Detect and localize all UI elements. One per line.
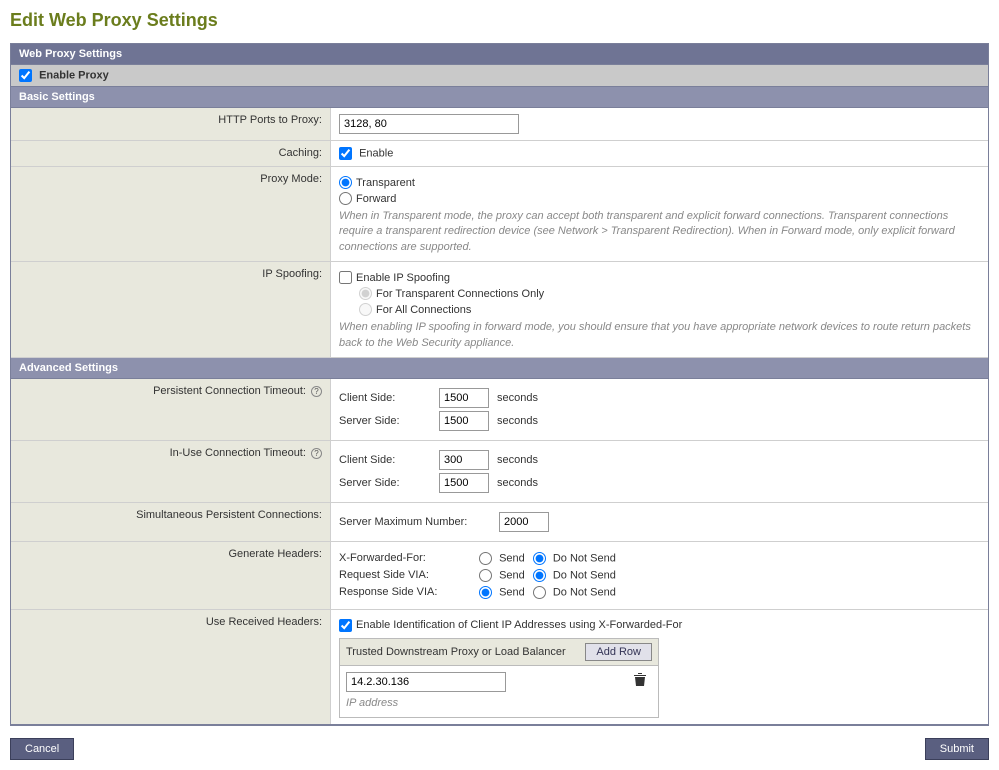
row-simultaneous: Simultaneous Persistent Connections: Ser… bbox=[11, 503, 988, 542]
band-basic-settings: Basic Settings bbox=[11, 87, 988, 108]
inuse-timeout-text: In-Use Connection Timeout: bbox=[170, 447, 306, 459]
row-inuse-timeout: In-Use Connection Timeout: ? Client Side… bbox=[11, 441, 988, 503]
xff-donotsend-radio[interactable] bbox=[533, 552, 546, 565]
proxy-mode-forward-radio[interactable] bbox=[339, 192, 352, 205]
label-inuse-timeout: In-Use Connection Timeout: ? bbox=[11, 441, 331, 502]
ip-spoofing-transparent-label: For Transparent Connections Only bbox=[376, 288, 544, 300]
help-icon[interactable]: ? bbox=[311, 386, 322, 397]
ip-spoofing-all-label: For All Connections bbox=[376, 304, 471, 316]
respvia-donotsend-radio[interactable] bbox=[533, 586, 546, 599]
trash-icon bbox=[634, 673, 646, 687]
reqvia-donotsend-radio[interactable] bbox=[533, 569, 546, 582]
inuse-server-unit: seconds bbox=[497, 477, 538, 489]
xff-send-radio[interactable] bbox=[479, 552, 492, 565]
trusted-ip-input[interactable] bbox=[346, 672, 506, 692]
proxy-mode-transparent-radio[interactable] bbox=[339, 176, 352, 189]
row-proxy-mode: Proxy Mode: Transparent Forward When in … bbox=[11, 167, 988, 262]
label-proxy-mode: Proxy Mode: bbox=[11, 167, 331, 261]
persistent-client-unit: seconds bbox=[497, 392, 538, 404]
row-persistent-timeout: Persistent Connection Timeout: ? Client … bbox=[11, 379, 988, 441]
persistent-timeout-text: Persistent Connection Timeout: bbox=[153, 385, 306, 397]
submit-button[interactable]: Submit bbox=[925, 738, 989, 760]
trusted-header-label: Trusted Downstream Proxy or Load Balance… bbox=[346, 646, 566, 658]
reqvia-send-label: Send bbox=[499, 569, 525, 581]
reqvia-label: Request Side VIA: bbox=[339, 569, 479, 581]
row-generate-headers: Generate Headers: X-Forwarded-For: Send … bbox=[11, 542, 988, 610]
label-http-ports: HTTP Ports to Proxy: bbox=[11, 108, 331, 140]
ip-spoofing-all-radio[interactable] bbox=[359, 303, 372, 316]
caching-enable-label: Enable bbox=[359, 147, 393, 159]
label-caching: Caching: bbox=[11, 141, 331, 166]
enable-proxy-label: Enable Proxy bbox=[39, 69, 109, 81]
inuse-client-unit: seconds bbox=[497, 454, 538, 466]
row-http-ports: HTTP Ports to Proxy: bbox=[11, 108, 988, 141]
row-ip-spoofing: IP Spoofing: Enable IP Spoofing For Tran… bbox=[11, 262, 988, 358]
caching-enable-checkbox[interactable] bbox=[339, 147, 352, 160]
persistent-client-input[interactable] bbox=[439, 388, 489, 408]
band-web-proxy-settings: Web Proxy Settings bbox=[11, 44, 988, 65]
reqvia-send-radio[interactable] bbox=[479, 569, 492, 582]
add-row-button[interactable]: Add Row bbox=[585, 643, 652, 661]
received-enable-checkbox[interactable] bbox=[339, 619, 352, 632]
persistent-server-unit: seconds bbox=[497, 415, 538, 427]
ip-spoofing-transparent-radio[interactable] bbox=[359, 287, 372, 300]
ip-spoofing-enable-label: Enable IP Spoofing bbox=[356, 272, 450, 284]
row-use-received-headers: Use Received Headers: Enable Identificat… bbox=[11, 610, 988, 725]
respvia-send-radio[interactable] bbox=[479, 586, 492, 599]
server-max-label: Server Maximum Number: bbox=[339, 516, 499, 528]
ip-spoofing-help: When enabling IP spoofing in forward mod… bbox=[339, 320, 980, 351]
reqvia-donotsend-label: Do Not Send bbox=[553, 569, 616, 581]
help-icon[interactable]: ? bbox=[311, 448, 322, 459]
proxy-mode-transparent-label: Transparent bbox=[356, 177, 415, 189]
cancel-button[interactable]: Cancel bbox=[10, 738, 74, 760]
row-caching: Caching: Enable bbox=[11, 141, 988, 167]
ip-spoofing-enable-checkbox[interactable] bbox=[339, 271, 352, 284]
inuse-client-input[interactable] bbox=[439, 450, 489, 470]
delete-row-button[interactable] bbox=[634, 673, 646, 690]
persistent-server-label: Server Side: bbox=[339, 415, 439, 427]
http-ports-input[interactable] bbox=[339, 114, 519, 134]
inuse-server-input[interactable] bbox=[439, 473, 489, 493]
persistent-server-input[interactable] bbox=[439, 411, 489, 431]
respvia-label: Response Side VIA: bbox=[339, 586, 479, 598]
proxy-mode-help: When in Transparent mode, the proxy can … bbox=[339, 209, 980, 255]
inuse-client-label: Client Side: bbox=[339, 454, 439, 466]
server-max-input[interactable] bbox=[499, 512, 549, 532]
xff-donotsend-label: Do Not Send bbox=[553, 552, 616, 564]
respvia-donotsend-label: Do Not Send bbox=[553, 586, 616, 598]
xff-send-label: Send bbox=[499, 552, 525, 564]
label-simultaneous: Simultaneous Persistent Connections: bbox=[11, 503, 331, 541]
persistent-client-label: Client Side: bbox=[339, 392, 439, 404]
trusted-ip-caption: IP address bbox=[346, 696, 652, 711]
label-generate-headers: Generate Headers: bbox=[11, 542, 331, 609]
button-bar: Cancel Submit bbox=[10, 738, 989, 760]
enable-proxy-checkbox[interactable] bbox=[19, 69, 32, 82]
respvia-send-label: Send bbox=[499, 586, 525, 598]
label-ip-spoofing: IP Spoofing: bbox=[11, 262, 331, 357]
proxy-mode-forward-label: Forward bbox=[356, 193, 396, 205]
label-use-received-headers: Use Received Headers: bbox=[11, 610, 331, 724]
band-advanced-settings: Advanced Settings bbox=[11, 358, 988, 379]
label-persistent-timeout: Persistent Connection Timeout: ? bbox=[11, 379, 331, 440]
settings-panel: Web Proxy Settings Enable Proxy Basic Se… bbox=[10, 43, 989, 726]
xff-label: X-Forwarded-For: bbox=[339, 552, 479, 564]
enable-proxy-row: Enable Proxy bbox=[11, 65, 988, 87]
trusted-table: Trusted Downstream Proxy or Load Balance… bbox=[339, 638, 659, 718]
received-enable-label: Enable Identification of Client IP Addre… bbox=[356, 619, 682, 631]
page-title: Edit Web Proxy Settings bbox=[10, 10, 989, 31]
inuse-server-label: Server Side: bbox=[339, 477, 439, 489]
